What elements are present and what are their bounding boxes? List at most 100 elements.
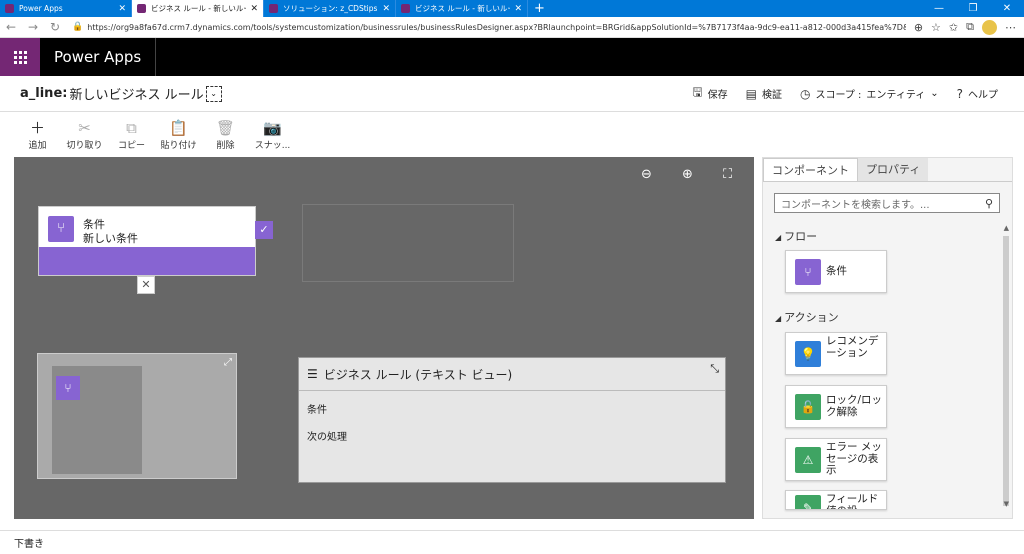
tab-components[interactable]: コンポーネント	[763, 158, 858, 181]
help-icon: ?	[956, 86, 963, 101]
address-bar: ← → ↻ 🔒 https://org9a8fa67d.crm7.dynamic…	[0, 17, 1024, 38]
entity-name: a_line:	[20, 86, 68, 101]
url-field[interactable]: https://org9a8fa67d.crm7.dynamics.com/to…	[87, 23, 906, 32]
condition-flow-icon: ⑂	[795, 258, 821, 285]
scope-value: エンティティ	[866, 90, 926, 101]
text-view-next: 次の処理	[307, 432, 347, 443]
cut-button[interactable]: ✂ 切り取り	[61, 118, 108, 156]
status-bar: 下書き	[0, 530, 1024, 554]
browser-tab-business-rule-2[interactable]: ビジネス ルール - 新しいルール - Mic ✕	[396, 0, 528, 17]
browser-tab-business-rule[interactable]: ビジネス ルール - 新しいルール - Micr ✕	[132, 0, 264, 17]
copy-button[interactable]: ⧉ コピー	[108, 118, 155, 156]
minimize-icon[interactable]: —	[922, 0, 956, 17]
scroll-down-icon[interactable]: ▼	[1004, 500, 1009, 508]
error-message-icon: ⚠	[795, 446, 821, 473]
add-button[interactable]: ＋ 追加	[14, 118, 61, 156]
snapshot-button[interactable]: 📷 スナッ...	[249, 118, 296, 156]
tab-title: ソリューション: z_CDStips - Micros	[283, 4, 378, 13]
condition-flow-icon: ⑂	[48, 216, 74, 242]
tab-properties[interactable]: プロパティ	[858, 158, 929, 181]
search-icon[interactable]: ⚲	[985, 197, 993, 210]
favorites-icon[interactable]: ✩	[949, 21, 958, 34]
tab-title: Power Apps	[19, 4, 63, 13]
lock-icon: 🔓	[795, 393, 821, 420]
placeholder-drop-zone	[302, 204, 514, 282]
component-show-error-message[interactable]: ⚠ エラー メッセージの表示	[785, 438, 887, 481]
validate-label: 検証	[761, 90, 782, 101]
condition-subtitle: 新しい条件	[83, 232, 138, 245]
delete-button[interactable]: 🗑 削除	[202, 118, 249, 156]
title-actions: 🖫 保存 ▤ 検証 ◷ スコープ : エンティティ ⌄ ? ヘルプ	[692, 83, 998, 104]
panel-scrollbar[interactable]	[1003, 236, 1009, 506]
rule-title-bar: a_line: 新しいビジネス ルール ⌄ 🖫 保存 ▤ 検証 ◷ スコープ :…	[0, 76, 1024, 112]
new-tab-button[interactable]: +	[528, 0, 551, 17]
minimap[interactable]: ⑂ ⤢	[37, 353, 237, 479]
browser-tab-bar: Power Apps ✕ ビジネス ルール - 新しいルール - Micr ✕ …	[0, 0, 1024, 17]
window-controls: — ❐ ✕	[922, 0, 1024, 17]
paste-label: 貼り付け	[160, 141, 197, 151]
true-branch-check-icon[interactable]: ✓	[255, 221, 273, 239]
expand-text-view-icon[interactable]: ⤡	[710, 362, 719, 376]
component-lock-unlock[interactable]: 🔓 ロック/ロック解除	[785, 385, 887, 428]
search-placeholder: コンポーネントを検索します。...	[781, 199, 930, 211]
collections-icon[interactable]: ⧉	[966, 20, 974, 34]
app-launcher-button[interactable]	[0, 38, 40, 76]
paste-button[interactable]: 📋 貼り付け	[155, 118, 202, 156]
close-tab-icon[interactable]: ✕	[382, 4, 390, 14]
designer-canvas[interactable]: ⊖ ⊕ ⛶ ⑂ 条件 新しい条件 ✓ ✕ ⑂ ⤢ ☰ ビジネス ルール (テキス…	[14, 157, 754, 519]
rule-name: 新しいビジネス ルール	[69, 88, 204, 103]
browser-tab-solution[interactable]: ソリューション: z_CDStips - Micros ✕	[264, 0, 396, 17]
profile-avatar[interactable]	[982, 19, 997, 35]
app-name[interactable]: Power Apps	[40, 38, 157, 76]
scroll-up-icon[interactable]: ▲	[1004, 224, 1009, 232]
close-tab-icon[interactable]: ✕	[514, 4, 522, 14]
zoom-out-icon[interactable]: ⊖	[641, 167, 652, 182]
refresh-icon[interactable]: ↻	[44, 20, 66, 34]
lightbulb-icon: 💡	[795, 340, 821, 367]
close-window-icon[interactable]: ✕	[990, 0, 1024, 17]
restore-icon[interactable]: ❐	[956, 0, 990, 17]
expand-minimap-icon[interactable]: ⤢	[224, 357, 232, 368]
copy-icon: ⧉	[126, 119, 137, 137]
false-branch-close-icon[interactable]: ✕	[137, 276, 155, 294]
condition-footer-band	[39, 247, 255, 275]
flow-section-label: フロー	[784, 230, 818, 243]
close-tab-icon[interactable]: ✕	[118, 4, 126, 14]
flow-section-header[interactable]: ◢ フロー	[775, 228, 817, 244]
fit-to-screen-icon[interactable]: ⛶	[723, 167, 732, 182]
zoom-in-icon[interactable]: ⊕	[682, 167, 693, 182]
zoom-icon[interactable]: ⊕	[914, 21, 923, 34]
scope-dropdown[interactable]: ◷ スコープ : エンティティ ⌄	[799, 86, 939, 102]
save-button[interactable]: 🖫 保存	[692, 83, 727, 104]
forward-icon[interactable]: →	[22, 20, 44, 34]
add-label: 追加	[28, 141, 47, 151]
clipboard-icon: 📋	[169, 119, 188, 137]
browser-tab-power-apps[interactable]: Power Apps ✕	[0, 0, 132, 17]
component-search-input[interactable]: コンポーネントを検索します。... ⚲	[774, 193, 1000, 213]
close-tab-icon[interactable]: ✕	[250, 4, 258, 14]
action-section-header[interactable]: ◢ アクション	[775, 309, 839, 325]
collapse-triangle-icon: ◢	[775, 314, 782, 323]
component-set-field-value[interactable]: ✎ フィールド値の設	[785, 490, 887, 510]
help-button[interactable]: ? ヘルプ	[956, 86, 998, 102]
back-icon[interactable]: ←	[0, 20, 22, 34]
set-field-icon: ✎	[795, 495, 821, 509]
component-label: エラー メッセージの表示	[826, 441, 882, 476]
scope-icon: ◷	[799, 86, 811, 101]
component-condition[interactable]: ⑂ 条件	[785, 250, 887, 293]
help-label: ヘルプ	[968, 90, 998, 101]
snapshot-label: スナッ...	[254, 141, 291, 151]
components-panel: コンポーネント プロパティ コンポーネントを検索します。... ⚲ ◢ フロー ⑂…	[762, 157, 1013, 519]
power-apps-favicon-icon	[401, 4, 410, 13]
text-view-icon: ☰	[307, 367, 318, 381]
edit-name-icon[interactable]: ⌄	[205, 85, 222, 102]
component-label: ロック/ロック解除	[826, 394, 883, 418]
action-section-label: アクション	[784, 311, 839, 324]
more-icon[interactable]: ⋯	[1005, 21, 1016, 34]
component-recommendation[interactable]: 💡 レコメンデーション	[785, 332, 887, 375]
condition-node[interactable]: ⑂ 条件 新しい条件	[38, 206, 256, 276]
validate-icon: ▤	[745, 86, 757, 101]
favorite-star-icon[interactable]: ☆	[931, 21, 941, 34]
browser-toolbar-icons: ⊕ ☆ ✩ ⧉ ⋯	[906, 19, 1024, 35]
validate-button[interactable]: ▤ 検証	[745, 86, 782, 102]
